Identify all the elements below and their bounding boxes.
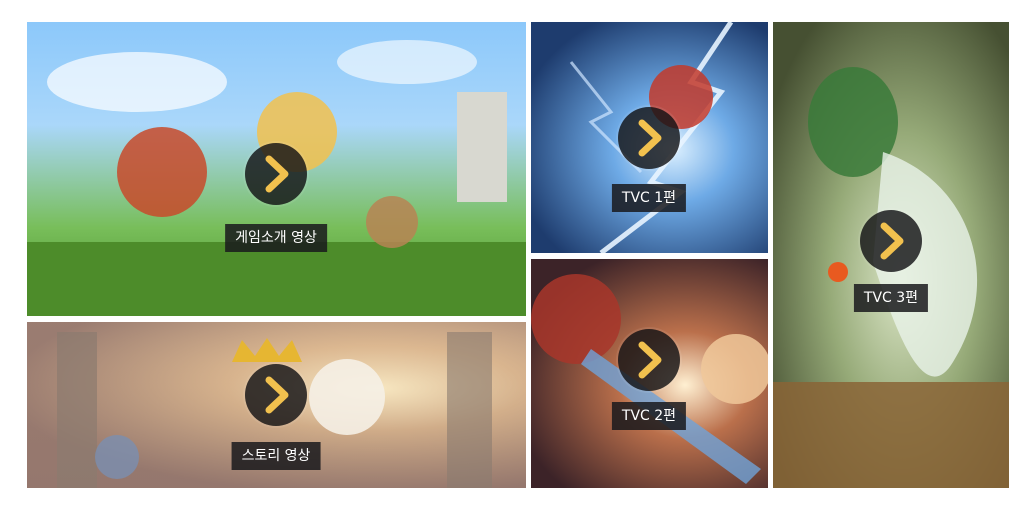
video-label: 게임소개 영상 [225, 224, 327, 252]
video-tile-tvc2[interactable]: TVC 2편 [531, 259, 768, 488]
video-tile-tvc1[interactable]: TVC 1편 [531, 22, 768, 253]
video-label: TVC 2편 [611, 402, 687, 430]
video-label: TVC 1편 [611, 184, 687, 212]
video-tile-tvc3[interactable]: TVC 3편 [773, 22, 1009, 488]
play-icon[interactable] [245, 143, 307, 205]
play-icon[interactable] [618, 329, 680, 391]
video-tile-intro[interactable]: 게임소개 영상 [27, 22, 526, 316]
play-icon[interactable] [245, 364, 307, 426]
play-icon[interactable] [860, 210, 922, 272]
play-icon[interactable] [618, 107, 680, 169]
video-label: 스토리 영상 [231, 442, 321, 470]
video-tile-story[interactable]: 스토리 영상 [27, 322, 526, 488]
video-label: TVC 3편 [853, 284, 929, 312]
